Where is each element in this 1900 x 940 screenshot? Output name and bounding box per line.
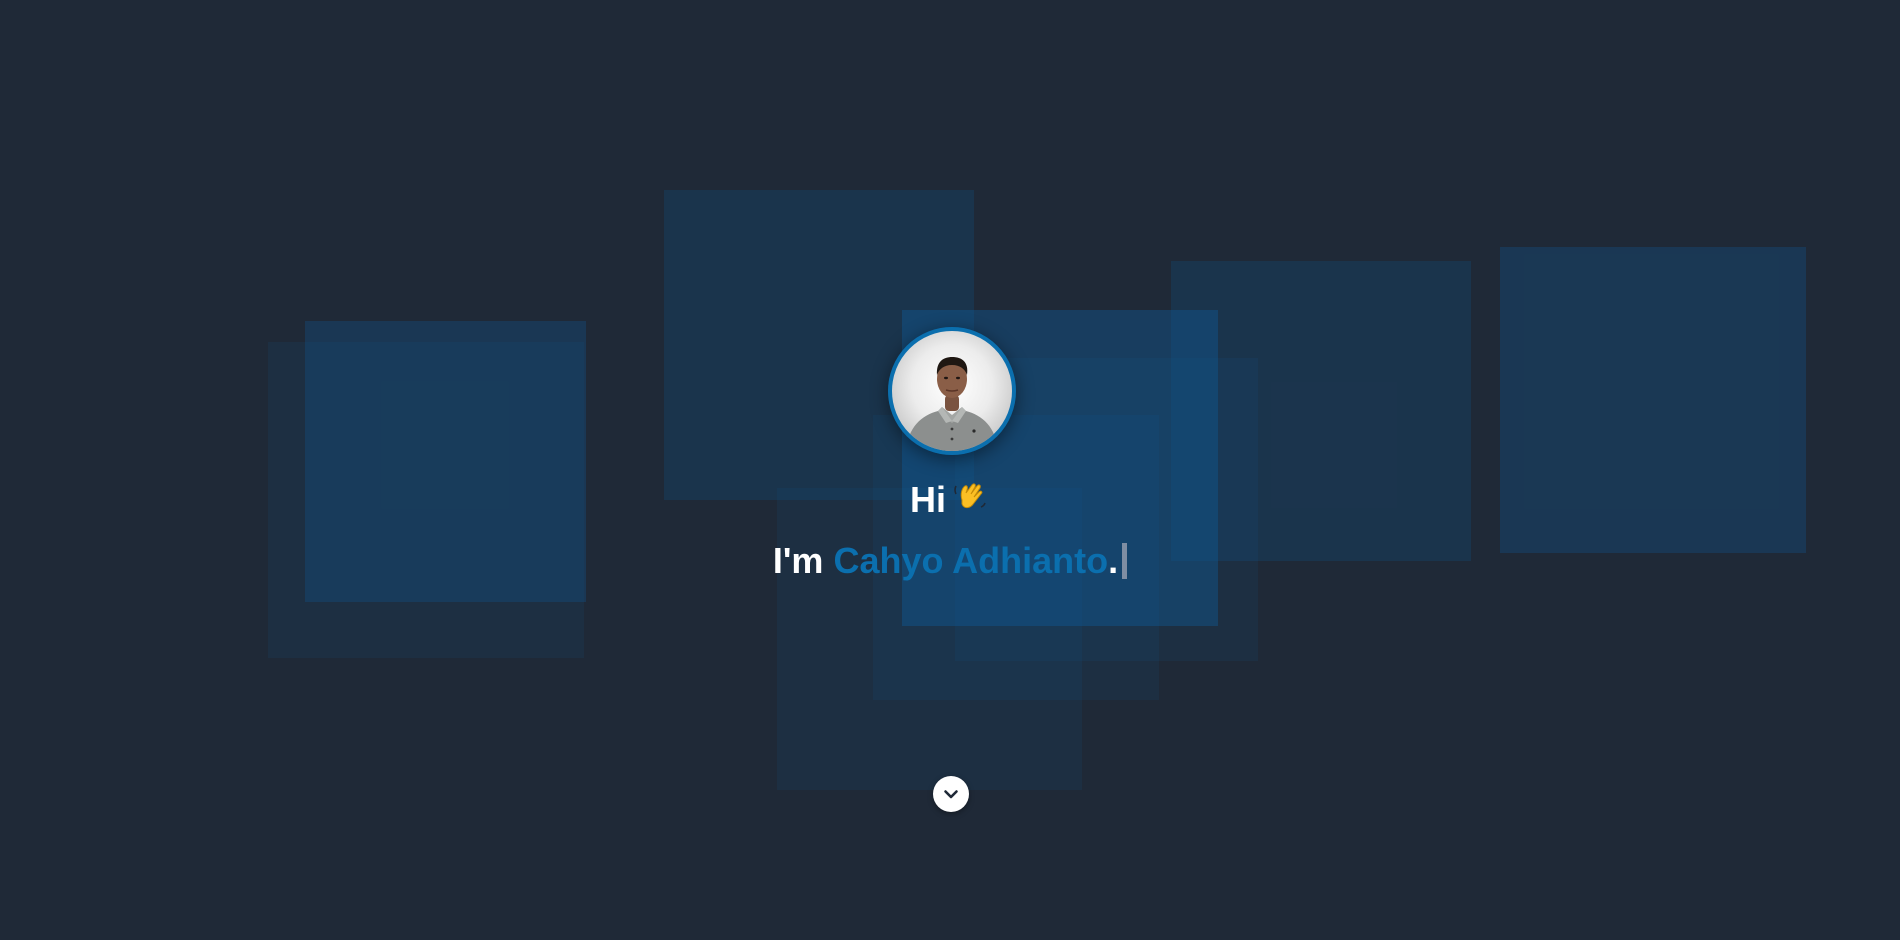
name-suffix: . bbox=[1108, 540, 1119, 581]
intro-prefix: I'm bbox=[772, 540, 824, 581]
waving-hand-icon bbox=[950, 476, 990, 525]
avatar bbox=[888, 327, 1016, 455]
intro-heading: I'm Cahyo Adhianto. bbox=[0, 540, 1900, 582]
profile-photo bbox=[906, 357, 998, 451]
name-text: Cahyo Adhianto bbox=[833, 540, 1109, 581]
typing-cursor bbox=[1122, 543, 1128, 579]
scroll-down-button[interactable] bbox=[933, 776, 969, 812]
greeting-text: Hi bbox=[910, 479, 946, 520]
greeting-heading: Hi bbox=[0, 476, 1900, 525]
chevron-down-icon bbox=[944, 790, 958, 799]
hero-section: Hi I'm Cahyo Adhianto. bbox=[0, 0, 1900, 940]
